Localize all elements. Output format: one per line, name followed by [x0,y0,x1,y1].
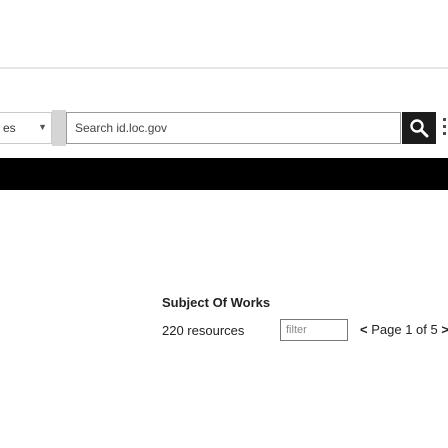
search-input[interactable] [66,112,401,144]
search-scope-select[interactable]: es ▼ [0,112,52,144]
search-bar: es ▼ [0,98,448,158]
search-divider-block [52,110,66,146]
navigation-banner [0,158,448,190]
search-scope-label: es [3,121,16,135]
next-page-button[interactable]: > [441,322,448,337]
search-button[interactable] [402,112,436,144]
pagination: < Page 1 of 5 > [360,322,448,337]
chevron-down-icon: ▼ [38,122,47,132]
filter-input[interactable] [280,319,348,341]
header-divider [0,67,448,69]
search-icon [410,119,429,138]
page-indicator: Page 1 of 5 [371,322,438,337]
section-title: Subject Of Works [162,295,271,310]
more-options-icon[interactable] [443,118,446,138]
prev-page-button[interactable]: < [360,322,368,337]
subject-of-works-panel: Subject Of Works 220 resources < Page 1 … [0,286,448,366]
resource-count: 220 resources [162,323,245,338]
